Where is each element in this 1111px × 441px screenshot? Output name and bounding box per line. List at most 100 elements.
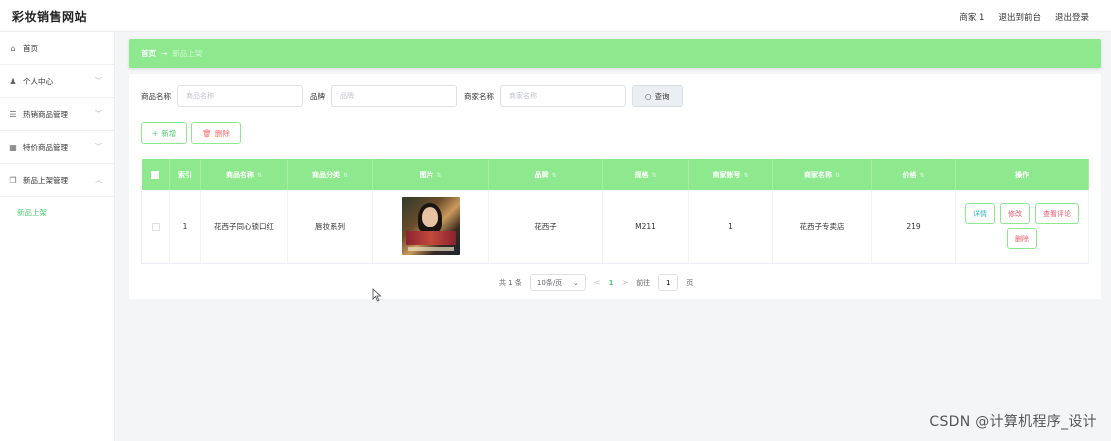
query-button-label: 查询 — [654, 91, 670, 101]
sidebar-item-new-products[interactable]: ❐ 新品上架管理 ︿ — [0, 164, 114, 197]
chevron-down-icon: ﹀ — [95, 143, 102, 151]
product-name-input[interactable] — [177, 85, 303, 107]
sort-icon: ⇅ — [436, 171, 442, 179]
search-icon: ○ — [645, 91, 652, 101]
page-size-select[interactable]: 10条/页 ⌄ — [529, 274, 586, 291]
column-header[interactable]: 商家名称 ⇅ — [772, 159, 872, 190]
sidebar-item-hot-products[interactable]: ☰ 热销商品管理 ﹀ — [0, 98, 114, 131]
detail-button[interactable]: 详情 — [965, 203, 995, 225]
view-reviews-button[interactable]: 查看评论 — [1035, 203, 1079, 225]
shop-name-label: 商家名称 — [464, 91, 494, 101]
cell-index: 1 — [169, 190, 201, 264]
sidebar: ⌂ 首页 ♟ 个人中心 ﹀ ☰ 热销商品管理 ﹀ ▦ 特价商品管理 ﹀ ❐ 新品… — [0, 32, 115, 441]
column-header[interactable]: 商品分类 ⇅ — [287, 159, 373, 190]
exit-to-front-link[interactable]: 退出到前台 — [998, 11, 1041, 23]
sidebar-item-special-products[interactable]: ▦ 特价商品管理 ﹀ — [0, 131, 114, 164]
delete-button[interactable]: 🗑 删除 — [191, 122, 241, 144]
brand-input[interactable] — [331, 85, 457, 107]
sidebar-item-personal-center[interactable]: ♟ 个人中心 ﹀ — [0, 65, 114, 98]
pagination: 共 1 条 10条/页 ⌄ < 1 > 前往 页 — [499, 274, 693, 291]
sidebar-item-label: 热销商品管理 — [23, 109, 68, 119]
chevron-down-icon: ﹀ — [95, 110, 102, 118]
logout-link[interactable]: 退出登录 — [1055, 11, 1089, 23]
cell-brand: 花西子 — [488, 190, 603, 264]
cell-image — [372, 190, 489, 264]
cell-price: 219 — [871, 190, 956, 264]
column-header[interactable]: 价格 ⇅ — [871, 159, 956, 190]
grid-icon: ▦ — [9, 142, 17, 152]
chevron-down-icon: ⌄ — [573, 278, 579, 287]
sort-icon: ⇅ — [256, 171, 263, 179]
sidebar-item-label: 首页 — [23, 43, 38, 53]
copy-icon: ❐ — [9, 175, 17, 185]
sidebar-item-label: 个人中心 — [23, 76, 53, 86]
product-name-label: 商品名称 — [141, 91, 171, 101]
breadcrumb-home[interactable]: 首页 — [141, 48, 156, 59]
sidebar-item-label: 新品上架管理 — [23, 175, 68, 185]
delete-button-label: 删除 — [214, 128, 230, 138]
table-row: 1 花西子同心锁口红 唇妆系列 花西子 M211 1 花西子专卖店 219 详情… — [141, 190, 1089, 264]
top-bar: 彩妆销售网站 商家 1 退出到前台 退出登录 — [0, 0, 1111, 32]
cell-spec: M211 — [602, 190, 689, 264]
row-checkbox[interactable] — [141, 190, 170, 264]
sidebar-subitem-new-arrivals[interactable]: 新品上架 — [0, 197, 114, 227]
sliders-icon: ☰ — [9, 109, 17, 119]
app-title: 彩妆销售网站 — [12, 10, 88, 24]
table-header-row: 索引 商品名称 ⇅ 商品分类 ⇅ 图片 ⇅ 品牌 ⇅ 规格 ⇅ 商家账号 ⇅ 商家名称 ⇅ 价… — [141, 159, 1089, 190]
sort-icon: ⇅ — [551, 171, 557, 179]
sort-icon: ⇅ — [342, 171, 349, 179]
breadcrumb: 首页 → 新品上架 — [129, 39, 1101, 68]
search-form: 商品名称 品牌 商家名称 ○ 查询 — [141, 85, 683, 107]
sort-icon: ⇅ — [919, 171, 925, 179]
current-user: 商家 1 — [959, 13, 985, 23]
goto-label: 前往 — [636, 278, 651, 287]
column-header[interactable]: 商家账号 ⇅ — [688, 159, 773, 190]
breadcrumb-current: 新品上架 — [172, 49, 203, 58]
column-header[interactable]: 图片 ⇅ — [372, 159, 489, 190]
column-header: 索引 — [169, 159, 201, 190]
trash-icon: 🗑 — [202, 128, 212, 138]
brand-label: 品牌 — [310, 91, 325, 101]
action-bar: + 新增 🗑 删除 — [141, 122, 241, 144]
mouse-cursor-icon — [372, 288, 382, 302]
sidebar-item-home[interactable]: ⌂ 首页 — [0, 32, 114, 65]
cell-category: 唇妆系列 — [287, 190, 373, 264]
shop-name-input[interactable] — [500, 85, 626, 107]
product-table: 索引 商品名称 ⇅ 商品分类 ⇅ 图片 ⇅ 品牌 ⇅ 规格 ⇅ 商家账号 ⇅ 商家名称 ⇅ 价… — [141, 159, 1089, 264]
prev-page-button[interactable]: < — [594, 278, 601, 287]
sidebar-item-label: 特价商品管理 — [23, 142, 68, 152]
chevron-up-icon: ︿ — [95, 176, 102, 184]
add-button[interactable]: + 新增 — [141, 122, 188, 144]
select-all-checkbox[interactable] — [141, 159, 170, 190]
page-size-value: 10条/页 — [536, 278, 563, 287]
cell-shop-account: 1 — [688, 190, 773, 264]
goto-page-input[interactable] — [658, 274, 679, 291]
column-header[interactable]: 品牌 ⇅ — [488, 159, 603, 190]
home-icon: ⌂ — [10, 43, 16, 53]
column-header[interactable]: 商品名称 ⇅ — [200, 159, 288, 190]
product-image[interactable] — [401, 197, 460, 256]
chevron-down-icon: ﹀ — [95, 77, 102, 85]
breadcrumb-arrow-icon: → — [161, 49, 168, 58]
sort-icon: ⇅ — [651, 171, 657, 179]
page-unit-label: 页 — [686, 278, 694, 287]
query-button[interactable]: ○ 查询 — [632, 85, 683, 107]
add-button-label: 新增 — [161, 128, 177, 138]
column-header[interactable]: 规格 ⇅ — [602, 159, 689, 190]
main-panel: 商品名称 品牌 商家名称 ○ 查询 + 新增 🗑 删除 索引 — [129, 74, 1101, 299]
column-header: 操作 — [955, 159, 1089, 190]
person-icon: ♟ — [9, 76, 17, 86]
cell-product-name: 花西子同心锁口红 — [200, 190, 288, 264]
cell-operations: 详情 修改 查看评论 删除 — [955, 190, 1089, 264]
pagination-total: 共 1 条 — [499, 278, 522, 287]
edit-button[interactable]: 修改 — [1000, 203, 1030, 225]
cell-shop-name: 花西子专卖店 — [772, 190, 872, 264]
page-number-current[interactable]: 1 — [609, 279, 614, 287]
row-delete-button[interactable]: 删除 — [1007, 228, 1037, 250]
watermark: CSDN @计算机程序_设计 — [929, 414, 1097, 430]
top-nav: 商家 1 退出到前台 退出登录 — [959, 11, 1089, 23]
next-page-button[interactable]: > — [621, 278, 628, 287]
sort-icon: ⇅ — [743, 171, 749, 179]
plus-icon: + — [152, 128, 159, 138]
sort-icon: ⇅ — [834, 171, 841, 179]
